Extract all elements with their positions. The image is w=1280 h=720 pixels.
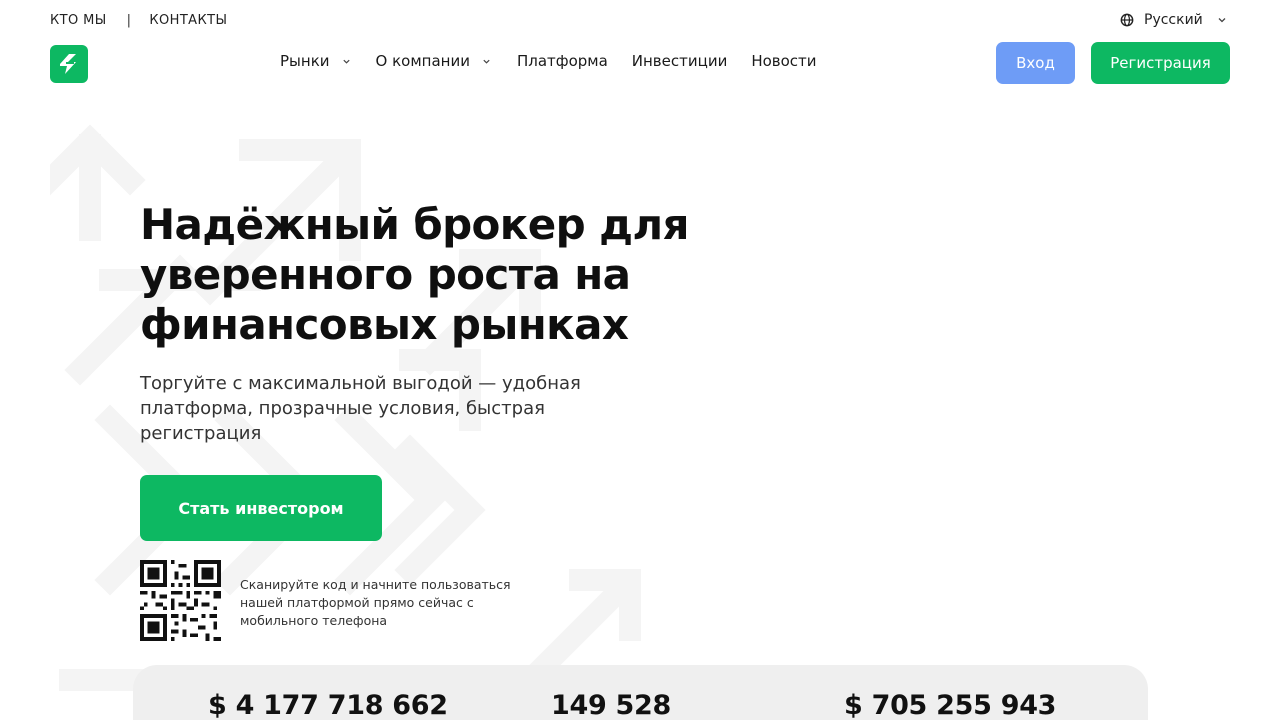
lightning-logo-icon bbox=[60, 54, 76, 74]
nav-item-about[interactable]: О компании bbox=[376, 52, 491, 70]
nav-item-platform[interactable]: Платформа bbox=[517, 52, 608, 70]
nav-item-label: О компании bbox=[375, 52, 470, 70]
who-we-are-link[interactable]: КТО МЫ bbox=[50, 13, 107, 28]
hero-title: Надёжный брокер для уверенного роста на … bbox=[140, 200, 690, 349]
nav-item-label: Новости bbox=[751, 52, 817, 70]
stats-panel: $ 4 177 718 662 149 528 $ 705 255 943 bbox=[133, 665, 1148, 720]
globe-icon bbox=[1120, 13, 1134, 27]
chevron-down-icon bbox=[483, 59, 490, 64]
hero-subtitle: Торгуйте с максимальной выгодой — удобна… bbox=[140, 373, 581, 444]
nav-item-markets[interactable]: Рынки bbox=[280, 52, 351, 70]
stat-value: 149 528 bbox=[551, 690, 672, 720]
nav-item-label: Рынки bbox=[280, 52, 330, 70]
qr-code-icon bbox=[140, 560, 221, 641]
nav-item-label: Инвестиции bbox=[631, 52, 728, 70]
chevron-down-icon bbox=[1218, 18, 1226, 23]
utility-separator: | bbox=[126, 13, 132, 28]
nav-item-investments[interactable]: Инвестиции bbox=[632, 52, 728, 70]
stat-value: $ 705 255 943 bbox=[844, 690, 1057, 720]
main-nav: Рынки О компании Платформа Инвестиции Но… bbox=[280, 52, 817, 70]
language-selector[interactable]: Русский bbox=[1120, 12, 1227, 28]
stat-value: $ 4 177 718 662 bbox=[208, 690, 448, 720]
become-investor-button[interactable]: Стать инвестором bbox=[140, 475, 382, 541]
register-button[interactable]: Регистрация bbox=[1091, 42, 1230, 84]
nav-item-news[interactable]: Новости bbox=[751, 52, 816, 70]
utility-bar: КТО МЫ | КОНТАКТЫ bbox=[50, 13, 227, 28]
contacts-link[interactable]: КОНТАКТЫ bbox=[149, 13, 227, 28]
logo[interactable] bbox=[50, 45, 88, 83]
chevron-down-icon bbox=[342, 59, 350, 64]
qr-instructions: Сканируйте код и начните пользоваться на… bbox=[240, 577, 511, 628]
login-button[interactable]: Вход bbox=[996, 42, 1075, 84]
language-label: Русский bbox=[1144, 12, 1203, 28]
nav-item-label: Платформа bbox=[516, 52, 608, 70]
